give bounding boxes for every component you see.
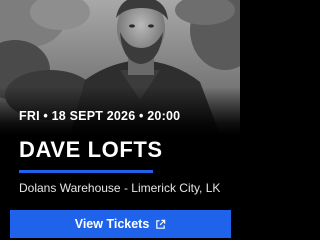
accent-divider — [19, 170, 153, 173]
external-link-icon — [155, 219, 166, 230]
artist-name: DAVE LOFTS — [19, 137, 163, 162]
view-tickets-button[interactable]: View Tickets — [10, 210, 231, 238]
event-date: FRI • 18 SEPT 2026 • 20:00 — [19, 109, 181, 123]
view-tickets-label: View Tickets — [74, 217, 150, 231]
event-venue: Dolans Warehouse - Limerick City, LK — [19, 181, 221, 195]
event-card: FRI • 18 SEPT 2026 • 20:00 DAVE LOFTS Do… — [0, 0, 240, 240]
